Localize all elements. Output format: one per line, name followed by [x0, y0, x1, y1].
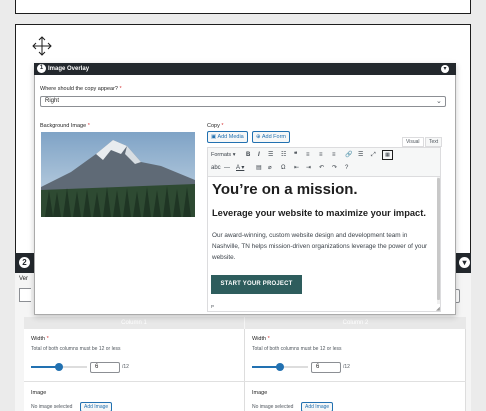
position-select[interactable]: Right [40, 96, 446, 107]
text-color-icon[interactable]: A ▾ [236, 164, 244, 173]
item-1-header[interactable] [34, 63, 456, 75]
column-2-width-help: Total of both columns must be 12 or less [252, 346, 342, 352]
horizontal-line-icon[interactable]: — [224, 164, 230, 173]
read-more-icon[interactable]: ☰ [358, 151, 363, 160]
special-character-icon[interactable]: Ω [281, 164, 286, 173]
item-2-field-label: Ver [19, 276, 29, 282]
editor-subheading[interactable]: Leverage your website to maximize your i… [212, 208, 426, 218]
column-2-header: Column 2 [245, 317, 466, 329]
background-image-preview[interactable] [41, 132, 195, 217]
column-1-width-label: Width * [31, 336, 49, 342]
toolbar-toggle-icon[interactable]: ▦ [382, 150, 393, 160]
align-center-icon[interactable]: ≡ [319, 151, 323, 160]
clear-formatting-icon[interactable]: ⌀ [268, 164, 272, 173]
editor-paragraph[interactable]: Our award-winning, custom website design… [212, 230, 434, 263]
form-icon: ⊕ [256, 134, 261, 140]
editor-path: P [211, 304, 215, 309]
item-1-toggle-icon[interactable]: ▾ [441, 65, 449, 73]
item-2-select-edge[interactable] [19, 288, 31, 302]
editor-heading[interactable]: You’re on a mission. [212, 181, 358, 198]
align-right-icon[interactable]: ≡ [332, 151, 336, 160]
column-1-width-slider-knob[interactable] [55, 363, 63, 371]
column-1-image-status: No image selected [31, 404, 73, 410]
add-media-button[interactable]: ▣ Add Media [207, 131, 248, 143]
column-2-width-label: Width * [252, 336, 270, 342]
numbered-list-icon[interactable]: ☷ [281, 151, 286, 160]
column-1-header: Column 1 [24, 317, 244, 329]
column-1-width-suffix: /12 [122, 364, 129, 370]
item-1-title: Image Overlay [48, 66, 90, 72]
column-1-add-image-button[interactable]: Add Image [80, 402, 113, 411]
redo-icon[interactable]: ↷ [332, 164, 337, 173]
item-2-toggle[interactable]: ▾ [459, 257, 470, 268]
position-label: Where should the copy appear? * [40, 86, 122, 92]
media-icon: ▣ [211, 134, 217, 140]
help-icon[interactable]: ? [345, 164, 348, 173]
copy-label: Copy * [207, 123, 224, 129]
italic-icon[interactable]: I [258, 151, 260, 160]
blockquote-icon[interactable]: ❝ [294, 151, 297, 160]
tab-visual[interactable]: Visual [402, 137, 424, 147]
undo-icon[interactable]: ↶ [319, 164, 324, 173]
start-project-button[interactable]: START YOUR PROJECT [211, 275, 302, 294]
column-1-divider [24, 381, 245, 382]
previous-block-box [15, 0, 471, 14]
column-2-width-slider-knob[interactable] [276, 363, 284, 371]
item-2-badge: 2 [19, 257, 30, 268]
editor-scrollbar-thumb[interactable] [437, 178, 440, 300]
column-2-width-input[interactable]: 6 [311, 362, 341, 373]
indent-icon[interactable]: ⇥ [306, 164, 311, 173]
column-2-divider [245, 381, 466, 382]
column-2-image-label: Image [252, 390, 268, 396]
column-2-add-image-button[interactable]: Add Image [301, 402, 334, 411]
position-select-chevron-icon[interactable]: ⌄ [436, 97, 442, 105]
strikethrough-icon[interactable]: abc [211, 164, 221, 173]
resize-handle-icon[interactable]: ◢ [436, 306, 440, 312]
bullet-list-icon[interactable]: ☰ [268, 151, 273, 160]
formats-dropdown[interactable]: Formats ▾ [211, 151, 235, 160]
paste-text-icon[interactable]: ▤ [256, 164, 262, 173]
outdent-icon[interactable]: ⇤ [294, 164, 299, 173]
column-1-width-help: Total of both columns must be 12 or less [31, 346, 121, 352]
column-2-width-suffix: /12 [343, 364, 350, 370]
bold-icon[interactable]: B [246, 151, 250, 160]
link-icon[interactable]: 🔗 [345, 151, 352, 160]
column-1-width-input[interactable]: 6 [90, 362, 120, 373]
align-left-icon[interactable]: ≡ [306, 151, 310, 160]
fullscreen-icon[interactable]: ⤢ [371, 151, 376, 160]
add-form-button[interactable]: ⊕ Add Form [252, 131, 290, 143]
tab-text[interactable]: Text [425, 137, 443, 147]
background-image-label: Background Image * [40, 123, 90, 129]
move-icon[interactable] [31, 35, 53, 57]
column-1-image-label: Image [31, 390, 47, 396]
column-2-image-status: No image selected [252, 404, 294, 410]
item-1-badge: 1 [37, 64, 46, 73]
